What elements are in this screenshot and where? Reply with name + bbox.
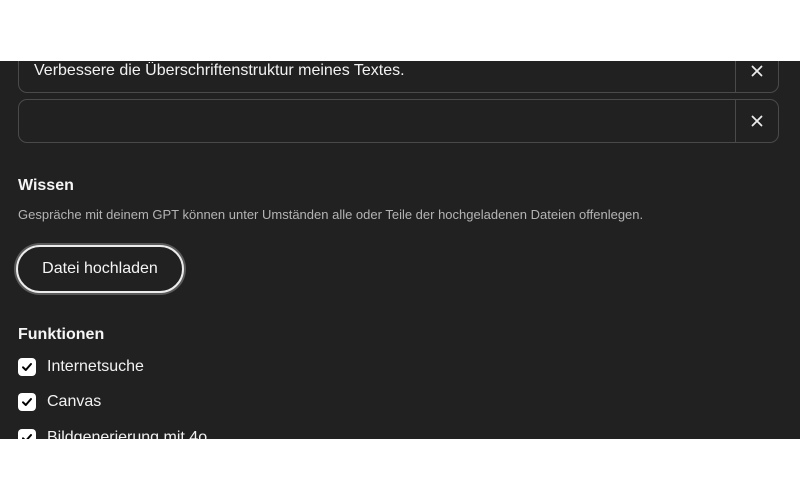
capability-label: Bildgenerierung mit 4o bbox=[47, 429, 208, 439]
conversation-starter-input[interactable] bbox=[19, 61, 735, 92]
close-icon bbox=[751, 65, 763, 77]
checkbox[interactable] bbox=[18, 358, 36, 376]
capability-label: Canvas bbox=[47, 393, 102, 410]
capability-web-search[interactable]: Internetsuche bbox=[18, 356, 144, 378]
upload-file-button[interactable]: Datei hochladen bbox=[16, 245, 184, 293]
capability-label: Internetsuche bbox=[47, 358, 144, 375]
conversation-starter-row bbox=[18, 99, 779, 143]
conversation-starter-input[interactable] bbox=[19, 100, 735, 142]
knowledge-section-title: Wissen bbox=[18, 177, 74, 194]
gpt-config-panel: Wissen Gespräche mit deinem GPT können u… bbox=[0, 61, 800, 439]
capabilities-section-title: Funktionen bbox=[18, 326, 105, 343]
checkbox[interactable] bbox=[18, 429, 36, 439]
checkmark-icon bbox=[22, 363, 32, 371]
capability-canvas[interactable]: Canvas bbox=[18, 391, 101, 413]
checkmark-icon bbox=[22, 434, 32, 439]
remove-starter-button[interactable] bbox=[735, 100, 778, 142]
close-icon bbox=[751, 115, 763, 127]
checkmark-icon bbox=[22, 398, 32, 406]
checkbox[interactable] bbox=[18, 393, 36, 411]
remove-starter-button[interactable] bbox=[735, 61, 778, 92]
knowledge-description: Gespräche mit deinem GPT können unter Um… bbox=[18, 207, 644, 222]
conversation-starter-row bbox=[18, 61, 779, 93]
capability-image-generation[interactable]: Bildgenerierung mit 4o bbox=[18, 427, 207, 439]
